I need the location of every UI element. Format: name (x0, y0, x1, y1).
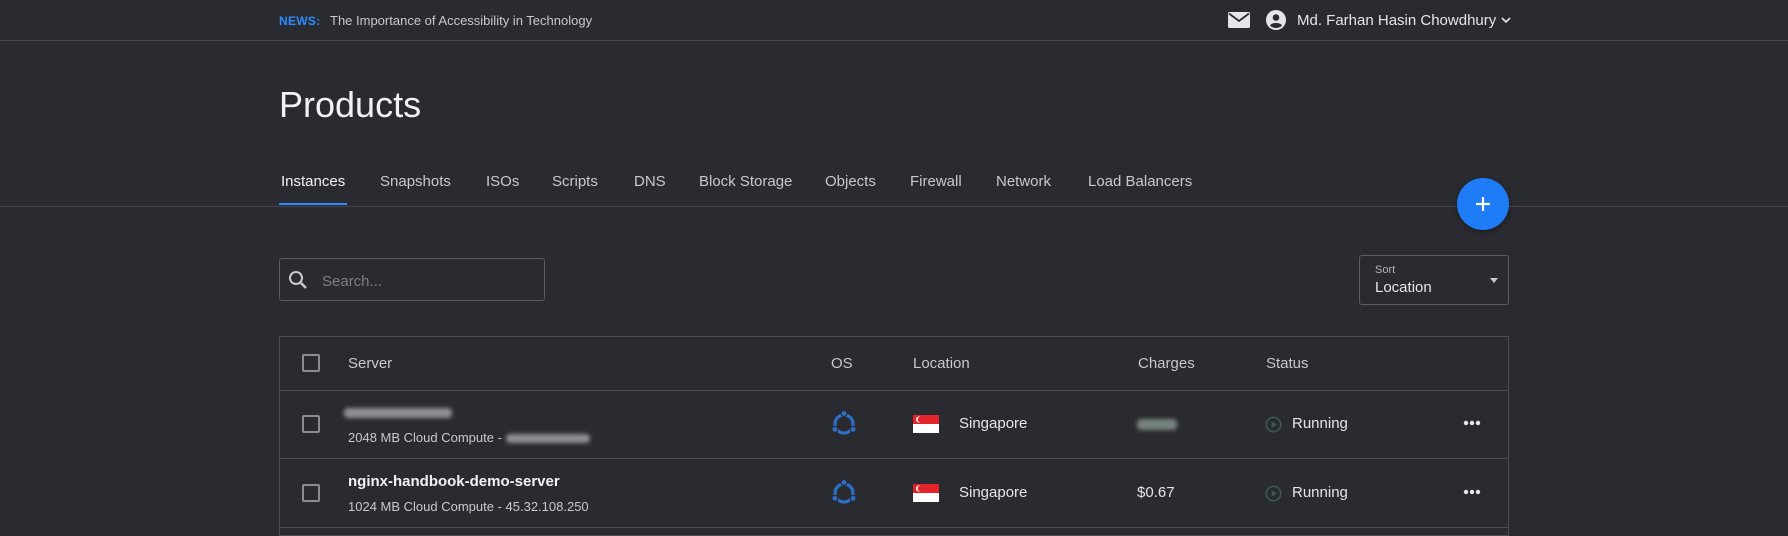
server-charges (1137, 415, 1177, 432)
product-tabs: Instances Snapshots ISOs Scripts DNS Blo… (0, 160, 1788, 207)
header-status[interactable]: Status (1266, 355, 1309, 372)
tab-isos[interactable]: ISOs (486, 173, 519, 190)
sort-select[interactable]: Sort Location (1359, 255, 1509, 305)
sort-value: Location (1375, 279, 1432, 296)
plus-icon (1476, 197, 1490, 211)
play-circle-icon (1265, 485, 1282, 502)
instances-table: Server OS Location Charges Status 2048 M… (279, 336, 1509, 536)
row-checkbox[interactable] (302, 484, 320, 502)
search-box (279, 258, 545, 301)
mail-icon[interactable] (1228, 12, 1250, 28)
tab-firewall[interactable]: Firewall (910, 173, 962, 190)
tab-scripts[interactable]: Scripts (552, 173, 598, 190)
account-circle-icon[interactable] (1266, 10, 1286, 30)
tab-load-balancers[interactable]: Load Balancers (1088, 173, 1192, 190)
more-horizontal-icon[interactable] (1463, 489, 1481, 495)
header-os[interactable]: OS (831, 355, 853, 372)
news-link[interactable]: The Importance of Accessibility in Techn… (330, 13, 592, 28)
tab-network[interactable]: Network (996, 173, 1051, 190)
table-row[interactable]: 2048 MB Cloud Compute - Singapore Runnin… (280, 390, 1508, 459)
redacted-charges (1137, 418, 1177, 430)
singapore-flag-icon (913, 415, 939, 433)
tab-objects[interactable]: Objects (825, 173, 876, 190)
redacted-name (344, 408, 452, 419)
server-status: Running (1292, 484, 1348, 501)
add-product-button[interactable] (1457, 178, 1509, 230)
singapore-flag-icon (913, 484, 939, 502)
tab-snapshots[interactable]: Snapshots (380, 173, 451, 190)
select-all-checkbox[interactable] (302, 354, 320, 372)
dropdown-arrow-icon (1490, 278, 1498, 283)
search-icon (289, 271, 307, 289)
sort-label: Sort (1375, 264, 1396, 276)
more-horizontal-icon[interactable] (1463, 420, 1481, 426)
search-input[interactable] (320, 269, 539, 293)
news-label: NEWS: (279, 14, 321, 28)
page-title: Products (279, 84, 422, 125)
server-plan-text: 2048 MB Cloud Compute - (348, 430, 506, 445)
server-name[interactable] (344, 404, 452, 421)
play-circle-icon (1265, 416, 1282, 433)
table-row[interactable]: nginx-handbook-demo-server 1024 MB Cloud… (280, 459, 1508, 528)
user-menu-name[interactable]: Md. Farhan Hasin Chowdhury (1297, 12, 1496, 29)
server-charges: $0.67 (1137, 484, 1175, 501)
server-name[interactable]: nginx-handbook-demo-server (348, 473, 560, 490)
row-checkbox[interactable] (302, 415, 320, 433)
tab-instances[interactable]: Instances (281, 173, 345, 190)
active-tab-indicator (279, 203, 347, 205)
header-location[interactable]: Location (913, 355, 970, 372)
redacted-ip (505, 434, 590, 444)
server-plan: 1024 MB Cloud Compute - 45.32.108.250 (348, 499, 589, 514)
header-charges[interactable]: Charges (1138, 355, 1195, 372)
server-status: Running (1292, 415, 1348, 432)
top-bar: NEWS: The Importance of Accessibility in… (0, 0, 1788, 41)
chevron-down-icon[interactable] (1501, 16, 1511, 24)
server-location: Singapore (959, 484, 1028, 501)
ubuntu-icon (831, 410, 857, 435)
header-server[interactable]: Server (348, 355, 392, 372)
tab-dns[interactable]: DNS (634, 173, 666, 190)
server-location: Singapore (959, 415, 1028, 432)
ubuntu-icon (831, 479, 857, 504)
server-plan: 2048 MB Cloud Compute - (348, 430, 590, 445)
table-header-row: Server OS Location Charges Status (280, 337, 1508, 391)
tab-block-storage[interactable]: Block Storage (699, 173, 792, 190)
